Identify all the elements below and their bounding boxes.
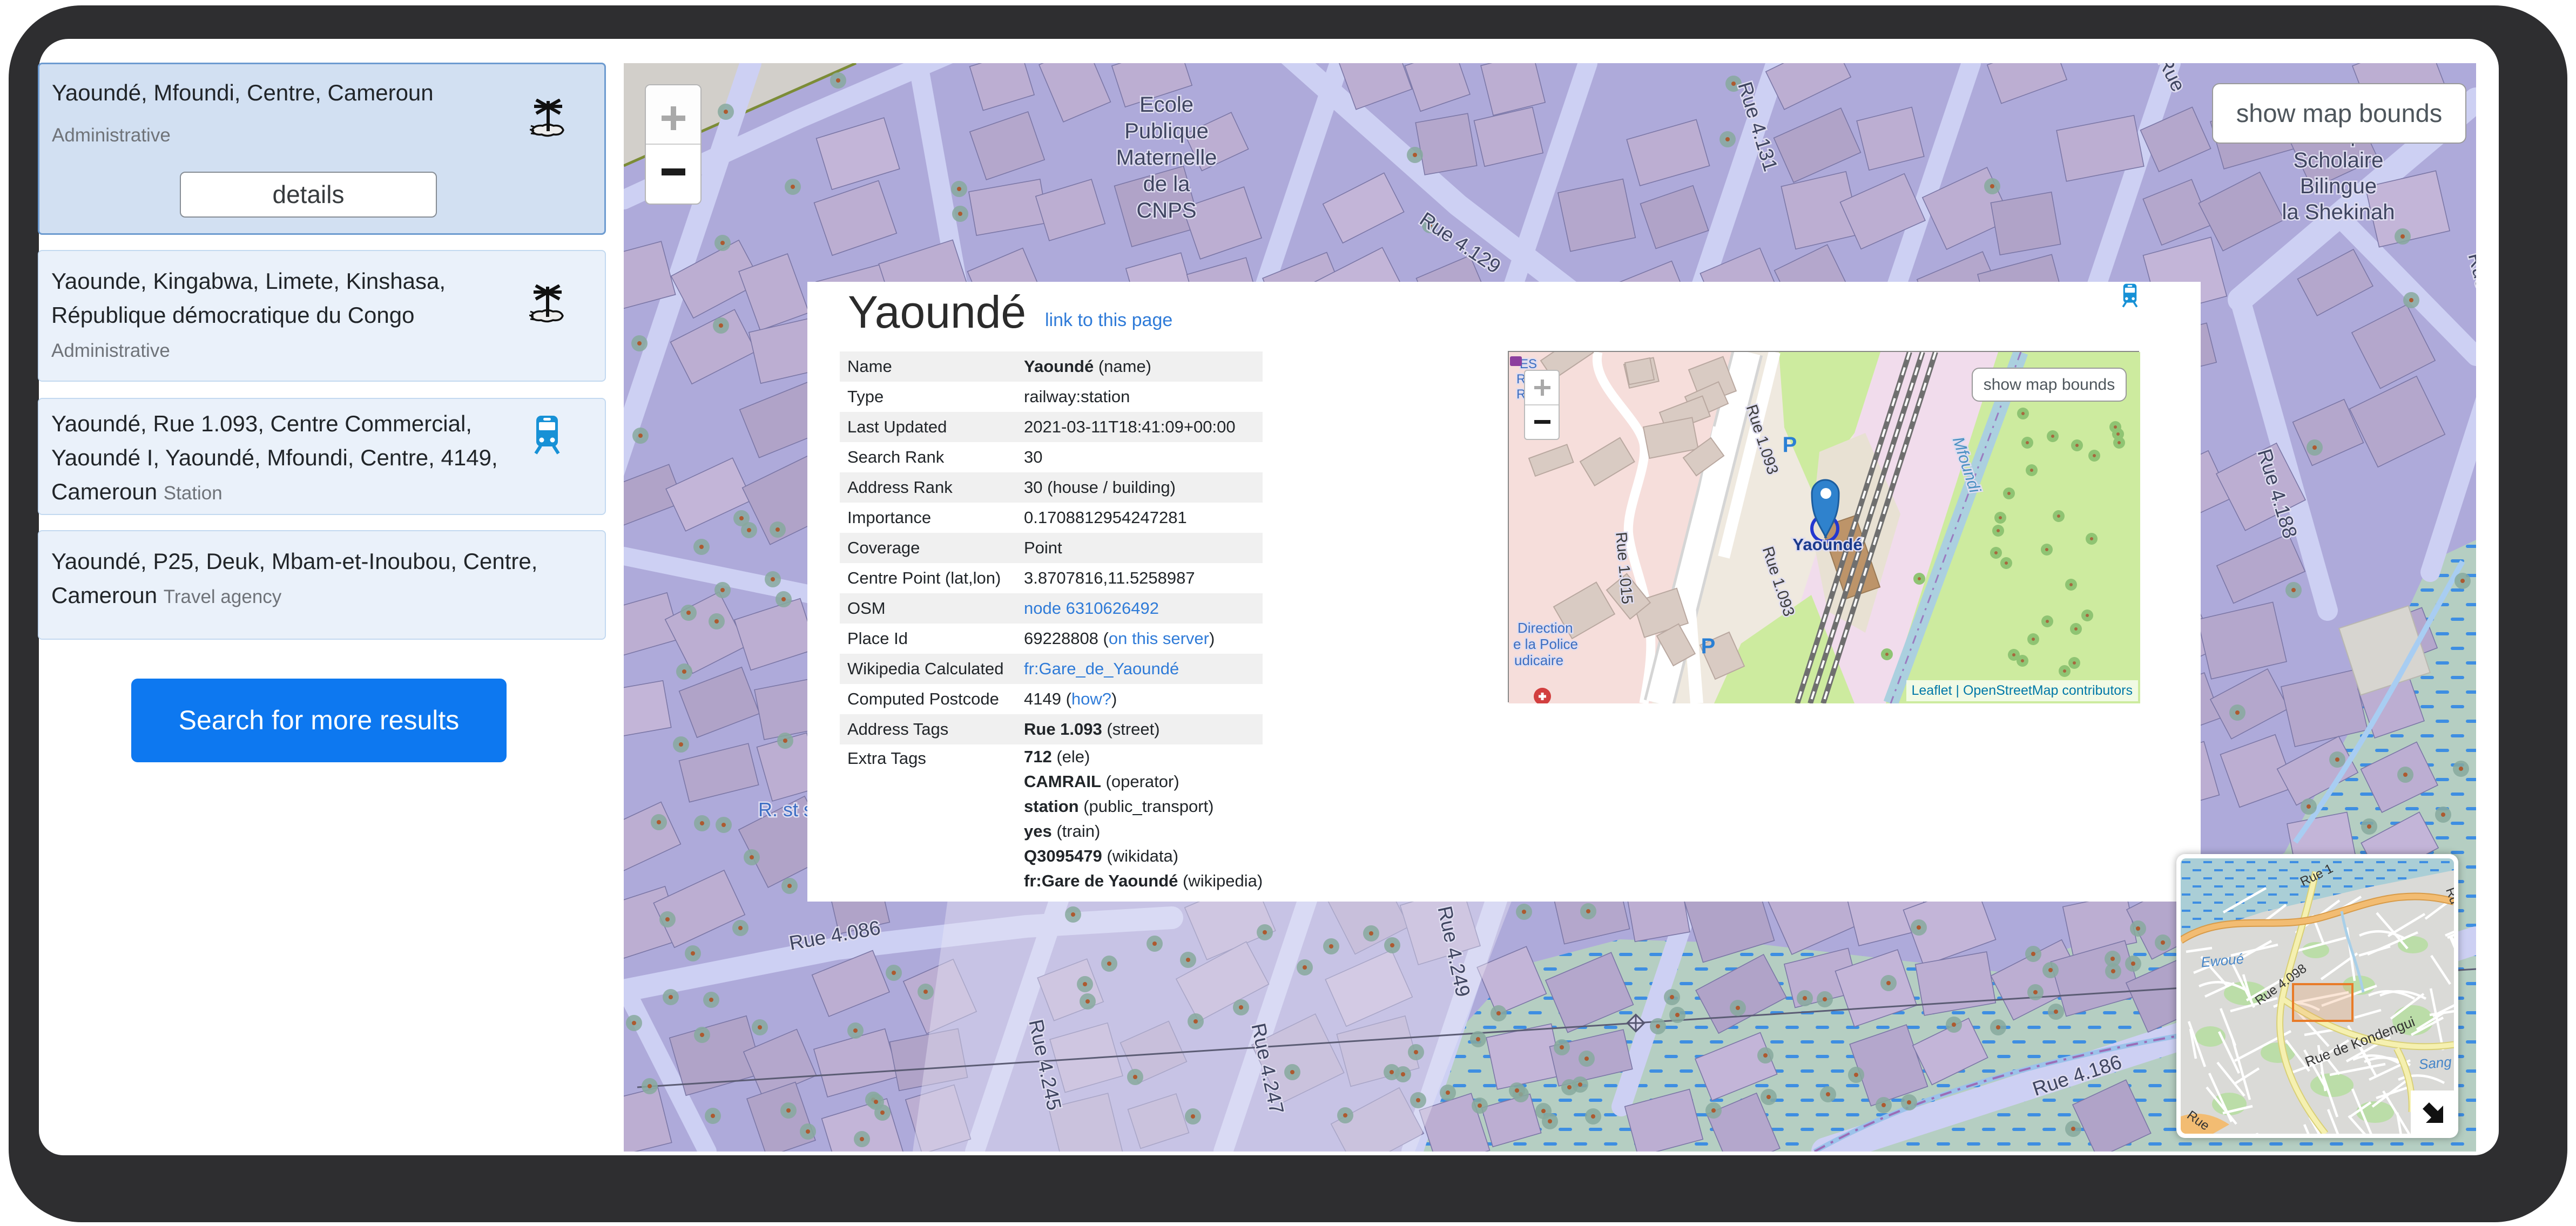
svg-text:Yaoundé: Yaoundé (1792, 535, 1862, 554)
svg-text:R. st s: R. st s (758, 798, 813, 821)
svg-text:CNPS: CNPS (1136, 199, 1196, 222)
svg-text:Maternelle: Maternelle (1116, 146, 1217, 170)
svg-text:Sang: Sang (2418, 1053, 2453, 1072)
svg-text:P: P (1783, 433, 1797, 457)
svg-text:udicaire: udicaire (1514, 652, 1563, 668)
svg-text:ES: ES (1520, 357, 1537, 371)
svg-text:de la: de la (1143, 172, 1190, 196)
svg-text:Ecole: Ecole (1139, 93, 1193, 117)
svg-text:Scholaire: Scholaire (2294, 148, 2384, 172)
svg-text:Bilingue: Bilingue (2300, 174, 2377, 198)
svg-text:e la Police: e la Police (1513, 636, 1578, 652)
svg-text:Direction: Direction (1518, 620, 1573, 636)
svg-text:la Shekinah: la Shekinah (2282, 200, 2395, 224)
svg-text:Publique: Publique (1124, 119, 1209, 143)
svg-text:P: P (1701, 634, 1716, 658)
